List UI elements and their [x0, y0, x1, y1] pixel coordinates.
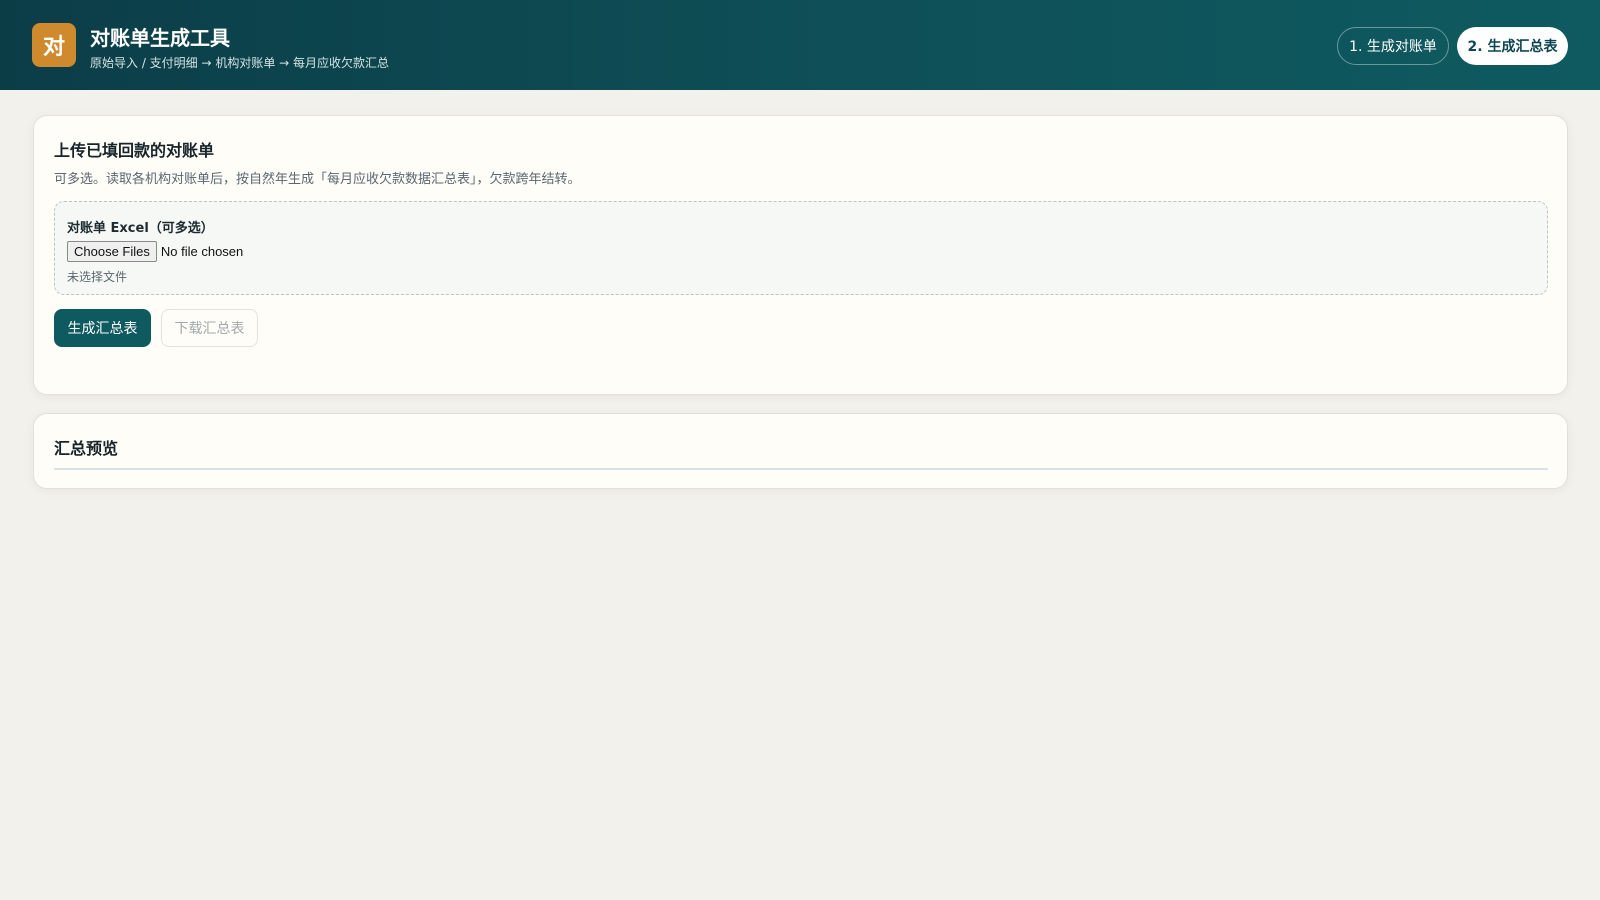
app-header: 对 对账单生成工具 原始导入 / 支付明细 → 机构对账单 → 每月应收欠款汇总…	[0, 0, 1600, 90]
upload-card-title: 上传已填回款的对账单	[54, 141, 215, 160]
file-dropzone[interactable]: 对账单 Excel（可多选） Choose Files No file chos…	[54, 201, 1548, 295]
generate-summary-button[interactable]: 生成汇总表	[54, 309, 151, 347]
step-1-tab[interactable]: 1. 生成对账单	[1337, 27, 1449, 65]
choose-files-button[interactable]: Choose Files	[67, 240, 157, 262]
file-input[interactable]: Choose Files No file chosen	[67, 240, 243, 262]
preview-divider	[54, 468, 1548, 470]
download-summary-button[interactable]: 下载汇总表	[161, 309, 258, 347]
file-status-text: No file chosen	[160, 243, 244, 259]
app-subtitle: 原始导入 / 支付明细 → 机构对账单 → 每月应收欠款汇总	[90, 56, 390, 70]
preview-card: 汇总预览	[33, 413, 1568, 489]
step-2-tab[interactable]: 2. 生成汇总表	[1457, 27, 1568, 65]
preview-card-title: 汇总预览	[54, 439, 119, 458]
upload-card: 上传已填回款的对账单 可多选。读取各机构对账单后，按自然年生成「每月应收欠款数据…	[33, 115, 1568, 395]
file-field-label: 对账单 Excel（可多选）	[67, 221, 214, 236]
app-logo: 对	[32, 23, 76, 67]
file-selection-hint: 未选择文件	[67, 270, 128, 284]
app-title: 对账单生成工具	[90, 26, 230, 50]
upload-card-description: 可多选。读取各机构对账单后，按自然年生成「每月应收欠款数据汇总表」，欠款跨年结转…	[54, 172, 581, 187]
